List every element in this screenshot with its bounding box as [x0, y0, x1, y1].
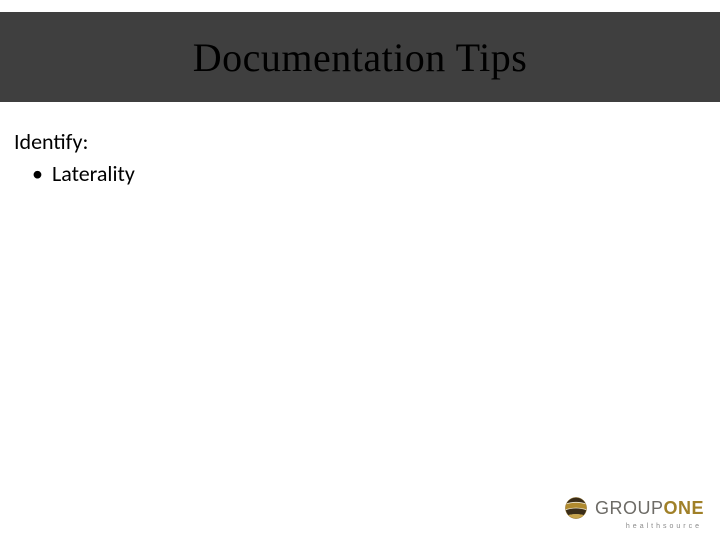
logo-text-one: ONE	[663, 498, 704, 518]
logo-row: GROUPONE	[563, 495, 704, 521]
logo-text-group: GROUP	[595, 498, 664, 518]
globe-icon	[563, 495, 589, 521]
title-band: Documentation Tips	[0, 12, 720, 102]
slide-body: Identify: Laterality	[14, 128, 706, 189]
slide-title: Documentation Tips	[193, 34, 528, 81]
brand-logo: GROUPONE healthsource	[563, 495, 704, 530]
lead-text: Identify:	[14, 128, 706, 155]
logo-subtitle: healthsource	[626, 523, 702, 530]
bullet-list: Laterality	[14, 159, 706, 189]
slide: Documentation Tips Identify: Laterality	[0, 0, 720, 540]
list-item: Laterality	[32, 159, 706, 189]
logo-wordmark: GROUPONE	[595, 499, 704, 517]
